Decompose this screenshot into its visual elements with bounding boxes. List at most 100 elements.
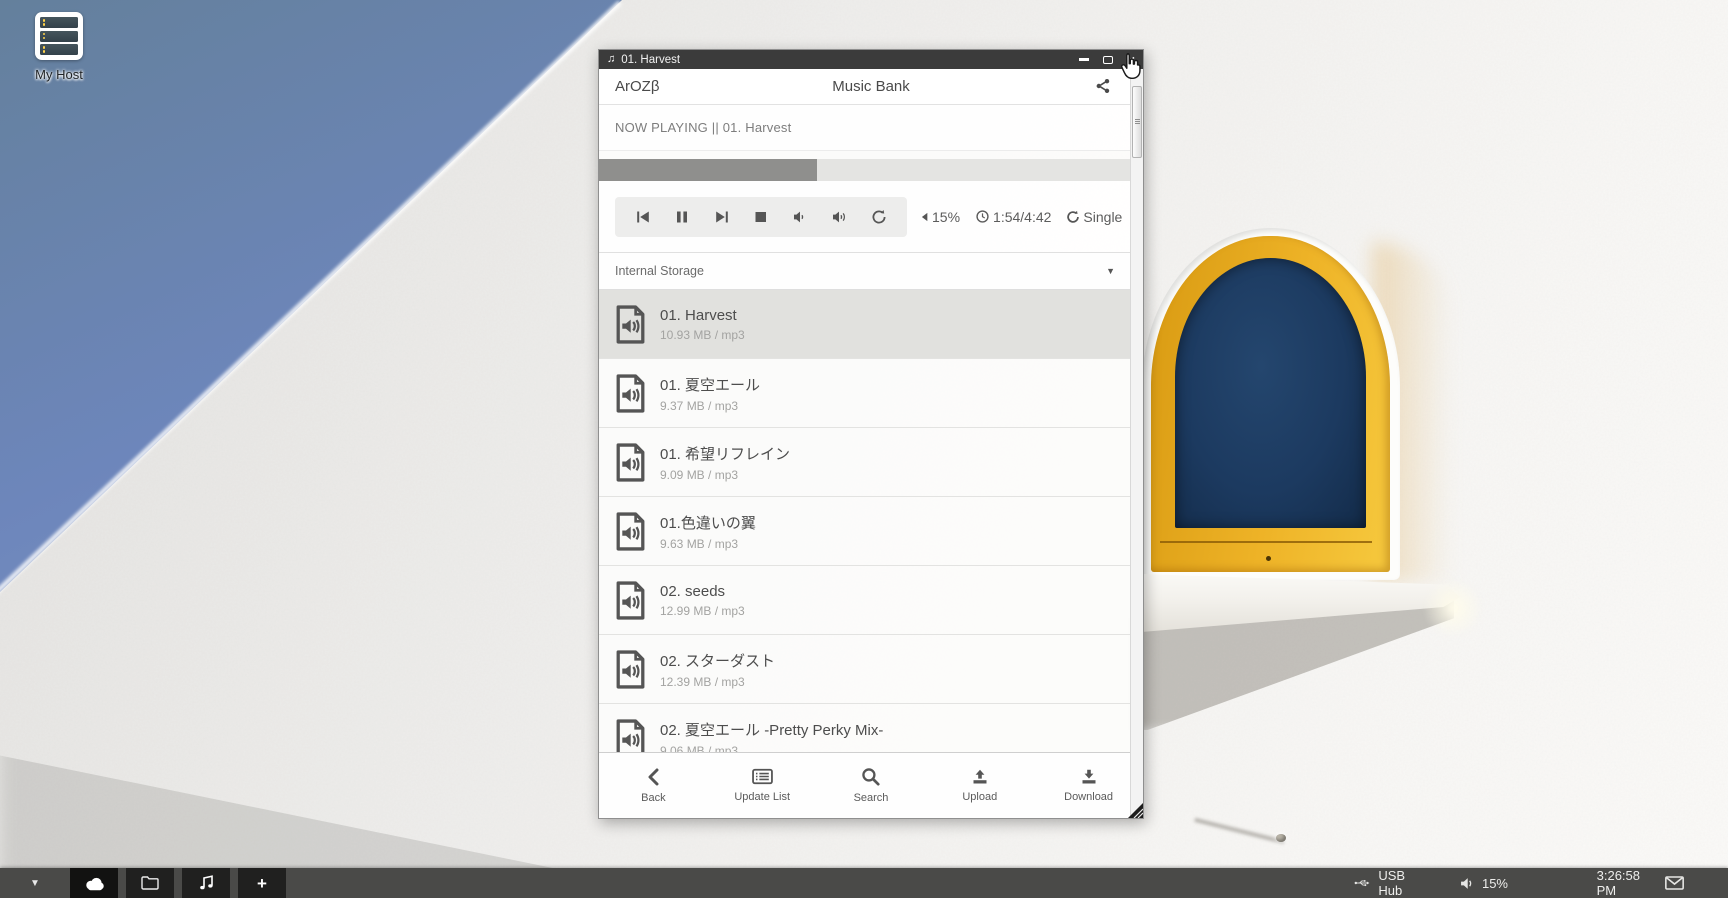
track-row[interactable]: 01. 夏空エール 9.37 MB / mp3	[599, 359, 1143, 428]
plus-icon: +	[257, 875, 267, 892]
next-icon	[714, 210, 730, 224]
track-row[interactable]: 01.色違いの翼 9.63 MB / mp3	[599, 497, 1143, 566]
server-slat	[40, 31, 78, 42]
track-title: 02. スターダスト	[660, 650, 775, 671]
track-row[interactable]: 01. 希望リフレイン 9.09 MB / mp3	[599, 428, 1143, 497]
server-slat	[40, 44, 78, 55]
stop-button[interactable]	[751, 208, 770, 226]
desktop-icon-my-host[interactable]: My Host	[14, 12, 104, 82]
audio-file-icon	[613, 304, 648, 345]
cloud-icon	[84, 876, 105, 891]
progress-fill	[599, 159, 817, 181]
repeat-mode-icon	[1066, 210, 1080, 224]
track-meta: 12.99 MB / mp3	[660, 604, 745, 618]
speaker-icon	[1460, 877, 1475, 890]
desktop: My Host ♫ 01. Harvest × ArOZβ Music Bank	[0, 0, 1728, 898]
upload-label: Upload	[962, 791, 997, 803]
player-status-labels: 15% 1:54/4:42 Single	[919, 209, 1122, 225]
usb-tray-item[interactable]: USB Hub	[1354, 868, 1414, 898]
taskbar-music-button[interactable]	[182, 868, 230, 898]
player-controls	[615, 197, 907, 237]
track-row[interactable]: 02. seeds 12.99 MB / mp3	[599, 566, 1143, 635]
mail-icon	[1665, 876, 1684, 890]
storage-selector-value: Internal Storage	[615, 264, 704, 278]
caret-down-icon: ▼	[30, 878, 40, 889]
desktop-icon-label: My Host	[14, 67, 104, 82]
track-list: 01. Harvest 10.93 MB / mp3 01. 夏空エール 9.3…	[599, 290, 1143, 818]
clock-tray-item[interactable]: 3:26:58 PM	[1597, 868, 1640, 898]
track-text: 01. 夏空エール 9.37 MB / mp3	[660, 374, 760, 413]
minimize-button[interactable]	[1079, 58, 1089, 60]
repeat-icon	[871, 209, 887, 225]
audio-file-icon	[613, 511, 648, 552]
stop-icon	[753, 210, 768, 224]
track-text: 01. 希望リフレイン 9.09 MB / mp3	[660, 443, 790, 482]
search-button[interactable]: Search	[817, 753, 926, 818]
taskbar-files-button[interactable]	[126, 868, 174, 898]
arch-window-frame-line	[1160, 541, 1372, 543]
track-meta: 9.09 MB / mp3	[660, 468, 790, 482]
track-row[interactable]: 01. Harvest 10.93 MB / mp3	[599, 290, 1143, 359]
player-controls-row: 15% 1:54/4:42 Single	[599, 181, 1143, 253]
arch-window-glass	[1175, 258, 1366, 528]
download-icon	[1080, 769, 1098, 785]
footer-toolbar: Back Update List Search Upload Download	[599, 752, 1143, 818]
volume-triangle-icon	[919, 210, 929, 224]
volume-down-button[interactable]	[790, 208, 809, 226]
window-body: ArOZβ Music Bank NOW PLAYING || 01. Harv…	[599, 69, 1143, 818]
pause-button[interactable]	[672, 208, 692, 226]
taskbar-add-button[interactable]: +	[238, 868, 286, 898]
back-icon	[647, 768, 659, 786]
repeat-button[interactable]	[869, 207, 889, 227]
track-meta: 12.39 MB / mp3	[660, 675, 775, 689]
volume-value: 15%	[932, 209, 960, 225]
maximize-button[interactable]	[1103, 56, 1113, 64]
audio-file-icon	[613, 373, 648, 414]
track-text: 02. スターダスト 12.39 MB / mp3	[660, 650, 775, 689]
taskbar-caret-button[interactable]: ▼	[0, 878, 70, 889]
music-player-window: ♫ 01. Harvest × ArOZβ Music Bank NOW PLA…	[598, 49, 1144, 819]
upload-icon	[971, 769, 989, 785]
sun-glare	[1418, 578, 1488, 638]
music-note-icon	[199, 875, 214, 891]
back-button[interactable]: Back	[599, 753, 708, 818]
mail-tray-item[interactable]	[1665, 876, 1684, 890]
volume-up-button[interactable]	[829, 208, 850, 226]
track-title: 02. seeds	[660, 583, 745, 600]
window-titlebar[interactable]: ♫ 01. Harvest ×	[599, 50, 1143, 69]
time-value: 1:54/4:42	[993, 209, 1051, 225]
share-button[interactable]	[1095, 78, 1111, 99]
update-list-button[interactable]: Update List	[708, 753, 817, 818]
audio-file-icon	[613, 649, 648, 690]
previous-button[interactable]	[633, 208, 653, 226]
taskbar-cloud-button[interactable]	[70, 868, 118, 898]
track-title: 01. 希望リフレイン	[660, 443, 790, 464]
scrollbar-track[interactable]	[1130, 69, 1143, 818]
volume-tray-item[interactable]: 15%	[1460, 876, 1508, 891]
audio-file-icon	[613, 442, 648, 483]
upload-button[interactable]: Upload	[925, 753, 1034, 818]
close-icon: ×	[1127, 55, 1135, 65]
resize-grip[interactable]	[1128, 803, 1143, 818]
folder-icon	[141, 876, 159, 890]
pause-icon	[674, 210, 690, 224]
download-button[interactable]: Download	[1034, 753, 1143, 818]
taskbar-volume-label: 15%	[1482, 876, 1508, 891]
track-text: 02. seeds 12.99 MB / mp3	[660, 583, 745, 618]
storage-selector[interactable]: Internal Storage ▼	[599, 253, 1143, 290]
now-playing-text: NOW PLAYING || 01. Harvest	[615, 120, 791, 135]
close-button[interactable]: ×	[1127, 55, 1135, 65]
next-button[interactable]	[712, 208, 732, 226]
window-title: 01. Harvest	[621, 54, 1065, 66]
app-title: Music Bank	[599, 78, 1143, 95]
progress-bar[interactable]	[599, 159, 1143, 181]
scrollbar-grip	[1135, 119, 1140, 120]
playmode-indicator[interactable]: Single	[1066, 209, 1122, 225]
usb-label: USB Hub	[1378, 868, 1414, 898]
track-title: 02. 夏空エール -Pretty Perky Mix-	[660, 719, 883, 740]
track-row[interactable]: 02. スターダスト 12.39 MB / mp3	[599, 635, 1143, 704]
minimize-icon	[1079, 58, 1089, 60]
scrollbar-thumb[interactable]	[1132, 86, 1142, 158]
wall-pipe	[1276, 834, 1286, 842]
maximize-icon	[1103, 56, 1113, 64]
